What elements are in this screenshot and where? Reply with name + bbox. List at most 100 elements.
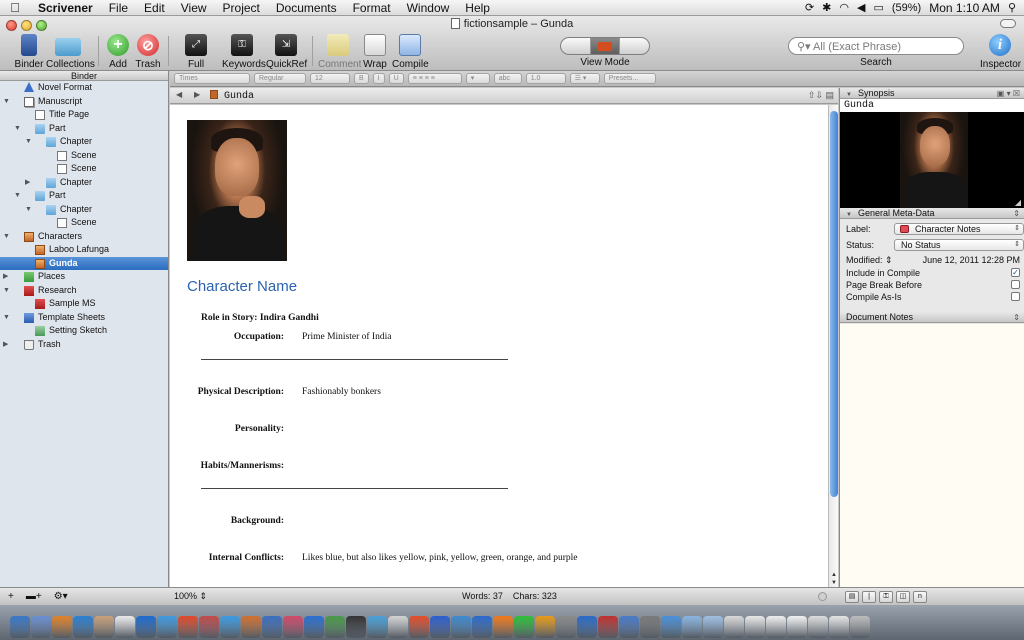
binder-item[interactable]: Sample MS — [0, 297, 168, 311]
wrap-button[interactable]: Wrap — [362, 34, 388, 70]
spotlight-icon[interactable]: ⚲ — [1008, 1, 1016, 14]
disclosure-open-icon[interactable]: ▼ — [14, 122, 21, 136]
search-input[interactable]: ⚲▾ All (Exact Phrase) — [788, 37, 964, 55]
compile-button[interactable]: Compile — [392, 34, 429, 70]
modified-label[interactable]: Modified: ⇕ — [846, 253, 893, 267]
sync-icon[interactable]: ⟳ — [805, 1, 814, 14]
app-menu[interactable]: Scrivener — [30, 1, 101, 15]
notes-mode-icon[interactable]: ⇕ — [1013, 312, 1020, 323]
document-notes-header[interactable]: Document Notes ⇕ — [840, 312, 1024, 323]
editor-scrollbar[interactable]: ▲ ▼ — [828, 105, 838, 587]
dock-app-icon[interactable] — [787, 616, 807, 638]
dock-app-icon[interactable] — [556, 616, 576, 638]
document-notes-textarea[interactable] — [840, 324, 1024, 587]
dock-app-icon[interactable] — [52, 616, 72, 638]
status-select[interactable]: No Status ⇕ — [894, 239, 1024, 251]
font-size-select[interactable]: 12 — [310, 73, 350, 84]
italic-button[interactable]: I — [372, 73, 385, 84]
disclosure-open-icon[interactable]: ▼ — [3, 230, 10, 244]
binder-item[interactable]: Setting Sketch — [0, 324, 168, 338]
editor-text-area[interactable]: Character Name Role in Story: Indira Gan… — [170, 105, 828, 587]
text-color-button[interactable]: ▾ — [465, 73, 490, 84]
dock-app-icon[interactable] — [808, 616, 828, 638]
editor-document-title[interactable]: Gunda — [210, 90, 254, 102]
binder-item[interactable]: ▼ Characters — [0, 230, 168, 244]
underline-button[interactable]: U — [388, 73, 404, 84]
collections-button[interactable]: Collections — [46, 34, 95, 70]
disclosure-triangle-icon[interactable]: ▼ — [846, 212, 852, 218]
dock-app-icon[interactable] — [577, 616, 597, 638]
scroll-arrows-icon[interactable]: ▲ ▼ — [829, 571, 839, 587]
search-icon[interactable]: ⚲▾ — [797, 41, 813, 53]
snapshots-tab-icon[interactable]: ◫ — [896, 590, 910, 603]
volume-icon[interactable]: ◀ — [857, 1, 865, 14]
add-button[interactable]: + Add — [106, 34, 130, 70]
dock-app-icon[interactable] — [850, 616, 870, 638]
bold-button[interactable]: B — [354, 73, 369, 84]
binder-item[interactable]: Laboo Lafunga — [0, 243, 168, 257]
view-mode-segmented[interactable] — [560, 37, 650, 55]
dock-app-icon[interactable] — [136, 616, 156, 638]
dock-app-icon[interactable] — [640, 616, 660, 638]
gear-icon[interactable]: ⚙▾ — [54, 591, 68, 602]
dock-app-icon[interactable] — [304, 616, 324, 638]
line-spacing-select[interactable]: 1.0 — [525, 73, 566, 84]
references-tab-icon[interactable]: ❘ — [862, 590, 876, 603]
corkboard-view-button[interactable] — [590, 38, 621, 54]
disclosure-triangle-icon[interactable]: ▼ — [846, 92, 852, 98]
dock-app-icon[interactable] — [661, 616, 681, 638]
dock-app-icon[interactable] — [535, 616, 555, 638]
dock-app-icon[interactable] — [346, 616, 366, 638]
dock-app-icon[interactable] — [157, 616, 177, 638]
binder-item[interactable]: Gunda — [0, 256, 168, 270]
keywords-button[interactable]: ⚿ Keywords — [222, 34, 266, 70]
scrollbar-thumb[interactable] — [830, 111, 838, 497]
dock-app-icon[interactable] — [829, 616, 849, 638]
forward-arrow-icon[interactable]: ▶ — [194, 90, 200, 99]
add-item-icon[interactable]: + — [8, 591, 14, 602]
binder-item[interactable]: ▶ Trash — [0, 338, 168, 352]
dock-app-icon[interactable] — [283, 616, 303, 638]
notes-tab-icon[interactable]: ▤ — [845, 590, 859, 603]
editor-header-controls[interactable]: ⇧⇩ ▤ — [808, 90, 834, 101]
synopsis-header[interactable]: ▼ Synopsis ▣ ▾ ☒ — [840, 88, 1024, 99]
disclosure-open-icon[interactable]: ▼ — [3, 95, 10, 109]
metadata-mode-icon[interactable]: ⇕ — [1013, 208, 1020, 219]
dock-app-icon[interactable] — [766, 616, 786, 638]
menu-view[interactable]: View — [173, 1, 215, 15]
dock-app-icon[interactable] — [619, 616, 639, 638]
synopsis-mode-icon[interactable]: ▣ ▾ ☒ — [997, 88, 1020, 99]
font-style-select[interactable]: Regular — [254, 73, 306, 84]
disclosure-open-icon[interactable]: ▼ — [25, 135, 32, 149]
dock-app-icon[interactable] — [745, 616, 765, 638]
font-family-select[interactable]: Times — [174, 73, 250, 84]
dock-app-icon[interactable] — [220, 616, 240, 638]
dock-app-icon[interactable] — [178, 616, 198, 638]
menu-edit[interactable]: Edit — [136, 1, 173, 15]
menu-file[interactable]: File — [101, 1, 136, 15]
synopsis-image[interactable]: ◢ — [840, 112, 1024, 212]
binder-item[interactable]: ▶ Places — [0, 270, 168, 284]
comments-tab-icon[interactable]: n — [913, 590, 927, 603]
dock-app-icon[interactable] — [199, 616, 219, 638]
dock-app-icon[interactable] — [682, 616, 702, 638]
wifi-icon[interactable]: ◠ — [839, 1, 849, 14]
page-break-checkbox[interactable] — [1011, 280, 1020, 289]
alignment-buttons[interactable]: ≡ ≡ ≡ ≡ — [407, 73, 462, 84]
binder-item[interactable]: ▼ Chapter — [0, 135, 168, 149]
outliner-view-button[interactable] — [620, 38, 649, 54]
highlight-button[interactable]: abc — [493, 73, 522, 84]
binder-item[interactable]: Novel Format — [0, 81, 168, 95]
document-proxy-icon[interactable] — [450, 18, 460, 29]
disclosure-closed-icon[interactable]: ▶ — [3, 270, 8, 284]
dock-app-icon[interactable] — [262, 616, 282, 638]
keywords-tab-icon[interactable]: ⚿ — [879, 590, 893, 603]
binder-item[interactable]: ▼ Part — [0, 122, 168, 136]
scrivenings-view-button[interactable] — [561, 38, 591, 54]
presets-select[interactable]: Presets... — [603, 73, 656, 84]
menu-help[interactable]: Help — [457, 1, 498, 15]
include-compile-checkbox[interactable]: ✓ — [1011, 268, 1020, 277]
binder-item[interactable]: Title Page — [0, 108, 168, 122]
resize-corner-icon[interactable]: ◢ — [1015, 198, 1021, 207]
label-select[interactable]: Character Notes ⇕ — [894, 223, 1024, 235]
